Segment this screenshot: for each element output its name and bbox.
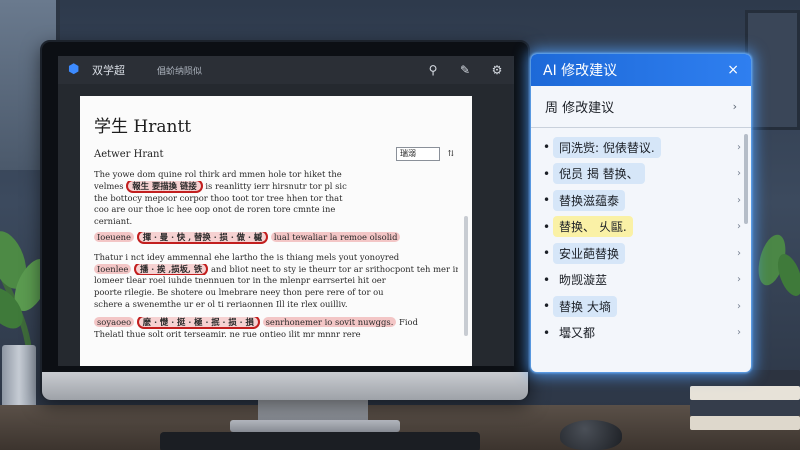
chevron-right-icon: ›	[737, 141, 741, 153]
settings-icon[interactable]: ⚙	[490, 63, 504, 77]
ai-suggestion-text: 替换、 乆甌.	[553, 216, 633, 238]
chevron-right-icon: ›	[732, 100, 737, 113]
doc-line: lomeer tlear roel iuhde tnennuen tor in …	[94, 275, 386, 286]
ai-suggestion-text: 昒觊漩莁	[559, 273, 608, 288]
doc-line: Ioenlee 播 · 挨 ,损坂, 铁 and bliot neet to s…	[94, 263, 458, 276]
ai-suggestion-text: 倪员 揭 替换、	[553, 163, 645, 185]
app-name: 双学超	[92, 64, 125, 77]
doc-line: Thatur i nct idey ammennal ehe lartho th…	[94, 251, 400, 262]
bullet-icon: •	[543, 299, 551, 314]
flagged-phrase[interactable]: 揮 · 曼 · 快 , 替换 · 损 · 做 · 槭	[136, 231, 269, 244]
bullet-icon: •	[543, 246, 551, 261]
doc-line: velmes 報生 要描換 链接 is reanlitty ierr hirsn…	[94, 180, 458, 193]
doc-line: the bottocy mepoor corpor thoo toot tor …	[94, 192, 343, 203]
monitor: ⬢ 双学超 倡蚧纳陨似 ⚲ ✎ ⚙ 学生 Hrantt Aetwer Hrant…	[40, 40, 530, 400]
highlighted-text: soyaoeo	[94, 316, 135, 327]
doc-line: coo are our thoe ic hee oop onot de rore…	[94, 204, 336, 215]
bullet-icon: •	[543, 219, 551, 234]
monitor-chin	[42, 372, 528, 400]
document-page[interactable]: 学生 Hrantt Aetwer Hrant 瑞溺 ⇅ The yowe dom…	[80, 96, 472, 366]
ai-suggestion-text: 安业葩替换	[553, 242, 626, 264]
chevron-right-icon: ›	[737, 274, 741, 286]
chevron-right-icon: ›	[737, 168, 741, 180]
flagged-phrase[interactable]: 麽 · 憷 · 挺 · 極 · 抿 · 损 · 損	[136, 316, 260, 329]
flagged-phrase[interactable]: 播 · 挨 ,损坂, 铁	[133, 263, 209, 276]
app-logo-icon: ⬢	[68, 62, 80, 77]
ai-panel-scrollbar[interactable]	[744, 134, 748, 224]
highlighted-text: senrhonemer io sovit nuwggs.	[262, 316, 397, 327]
bullet-icon: •	[543, 325, 551, 340]
document-scrollbar[interactable]	[464, 216, 468, 336]
doc-text: and bliot neet to sty ie theurr tor ar s…	[210, 263, 458, 274]
document-paragraph-1: The yowe dom quine rol thirk ard mmen ho…	[94, 169, 458, 244]
document-subtitle: Aetwer Hrant	[94, 148, 164, 160]
ai-suggestion-item[interactable]: • 壜又都 ›	[543, 320, 741, 347]
doc-text: velmes	[94, 180, 124, 191]
chevron-right-icon: ›	[737, 247, 741, 259]
document-name: 倡蚧纳陨似	[157, 66, 203, 77]
ai-suggestion-item[interactable]: • 安业葩替换 ›	[543, 240, 741, 267]
ai-panel-title: AI 修改建议	[543, 63, 618, 79]
close-icon[interactable]: ×	[727, 62, 739, 78]
flagged-phrase[interactable]: 報生 要描換 链接	[126, 180, 203, 193]
monitor-stand-base	[230, 420, 400, 432]
document-paragraph-2: Thatur i nct idey ammennal ehe lartho th…	[94, 252, 458, 341]
ai-panel-subheader[interactable]: 周 修改建议 ›	[531, 86, 751, 128]
chevron-right-icon: ›	[737, 327, 741, 339]
app-topbar: ⬢ 双学超 倡蚧纳陨似 ⚲ ✎ ⚙	[58, 56, 514, 84]
subtitle-input[interactable]: 瑞溺	[396, 147, 440, 161]
magic-edit-icon[interactable]: ✎	[458, 63, 472, 77]
ai-panel-header: AI 修改建议 ×	[531, 54, 751, 86]
chevron-right-icon: ›	[737, 194, 741, 206]
bullet-icon: •	[543, 272, 551, 287]
ai-suggestion-item[interactable]: • 替换滋蕴泰 ›	[543, 187, 741, 214]
doc-text: Fiod	[399, 316, 418, 327]
ai-suggestion-list: • 同洗赀: 倪俵替议. › • 倪员 揭 替换、 › • 替换滋蕴泰 › • 替换、 乆甌. › • 安…	[531, 128, 751, 346]
highlighted-text: Ioenlee	[94, 263, 132, 274]
keyboard	[160, 432, 480, 450]
ai-suggestion-item[interactable]: • 替换 大墒 ›	[543, 293, 741, 320]
ai-suggestion-item[interactable]: • 替换、 乆甌. ›	[543, 214, 741, 241]
ai-suggestion-text: 壜又都	[559, 326, 596, 341]
ai-suggestion-text: 替换滋蕴泰	[553, 189, 626, 211]
sort-toggle-button[interactable]: ⇅	[444, 147, 458, 161]
doc-line: Ioeuene 揮 · 曼 · 快 , 替换 · 损 · 做 · 槭 lual …	[94, 231, 458, 244]
search-icon[interactable]: ⚲	[426, 63, 440, 77]
doc-line: cerniant.	[94, 216, 133, 227]
bullet-icon: •	[543, 140, 551, 155]
app-window: ⬢ 双学超 倡蚧纳陨似 ⚲ ✎ ⚙ 学生 Hrantt Aetwer Hrant…	[58, 56, 514, 366]
highlighted-text: Ioeuene	[94, 231, 135, 242]
computer-mouse	[560, 420, 622, 450]
ai-suggestion-text: 替换 大墒	[553, 295, 617, 317]
ai-suggestion-item[interactable]: • 同洗赀: 倪俵替议. ›	[543, 134, 741, 161]
document-subtitle-row: Aetwer Hrant 瑞溺 ⇅	[94, 147, 458, 161]
wall-poster	[745, 10, 800, 130]
doc-line: poorte rilegie. Be shotere ou lmebrare n…	[94, 287, 384, 298]
chevron-right-icon: ›	[737, 300, 741, 312]
doc-text: is reanlitty ierr hirsnutr tor pl sic	[205, 180, 347, 191]
doc-line: soyaoeo 麽 · 憷 · 挺 · 極 · 抿 · 损 · 損 senrho…	[94, 316, 458, 329]
bullet-icon: •	[543, 193, 551, 208]
bullet-icon: •	[543, 166, 551, 181]
highlighted-text: lual tewaliar la remoe olsolid	[270, 231, 401, 242]
ai-suggestion-item[interactable]: • 昒觊漩莁 ›	[543, 267, 741, 294]
doc-line: Thelatl thue solt orit terseamir. ne rue…	[94, 328, 361, 339]
ai-suggestion-text: 同洗赀: 倪俵替议.	[553, 136, 661, 158]
doc-line: schere a swenemthe ur er ol ti reriaonne…	[94, 298, 348, 309]
ai-suggestions-panel: AI 修改建议 × 周 修改建议 › • 同洗赀: 倪俵替议. › • 倪员 揭 替换、…	[531, 54, 751, 372]
ai-suggestion-item[interactable]: • 倪员 揭 替换、 ›	[543, 161, 741, 188]
plant-right-decoration	[758, 234, 800, 296]
book-stack	[690, 370, 800, 430]
doc-line: The yowe dom quine rol thirk ard mmen ho…	[94, 169, 342, 179]
ai-subheader-label: 周 修改建议	[545, 101, 615, 116]
chevron-right-icon: ›	[737, 221, 741, 233]
document-title: 学生 Hrantt	[94, 117, 192, 137]
